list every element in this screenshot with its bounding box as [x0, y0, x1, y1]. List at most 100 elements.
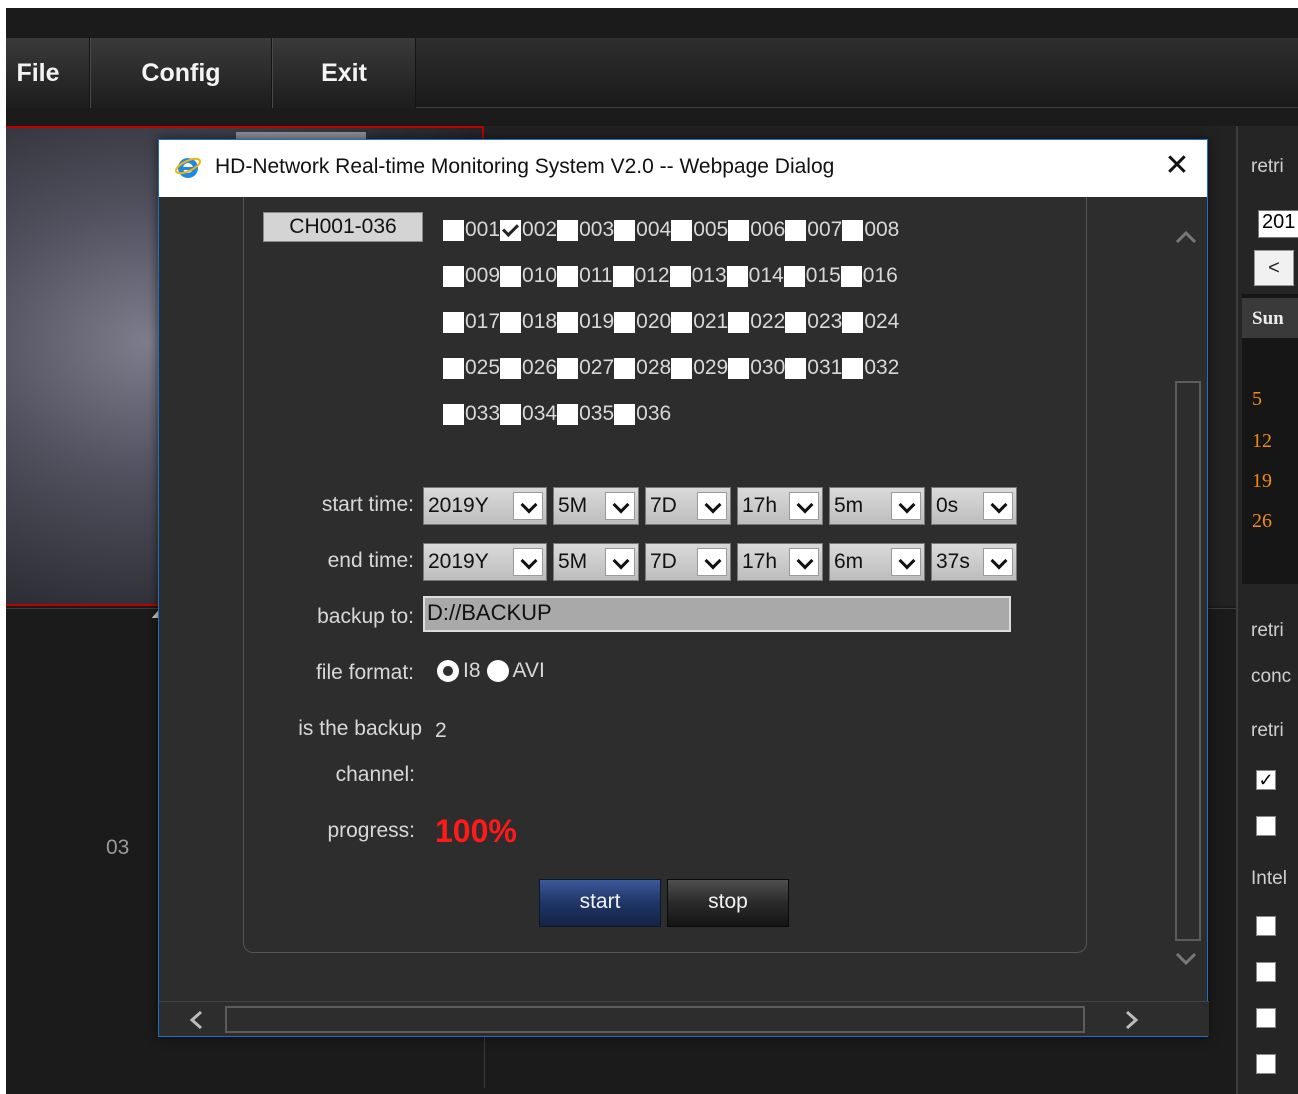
- file-format-avi-label: AVI: [512, 659, 545, 682]
- calendar-day[interactable]: 12: [1252, 430, 1272, 453]
- channel-checkbox[interactable]: [557, 265, 579, 287]
- calendar-day[interactable]: 19: [1252, 470, 1272, 493]
- channel-checkbox[interactable]: [785, 311, 807, 333]
- channel-checkbox[interactable]: [671, 357, 693, 379]
- retrieval-panel: retri 201 < Sun 5 12 19 26 retri conc re…: [1236, 126, 1298, 1094]
- channel-checkbox[interactable]: [500, 403, 522, 425]
- channel-option: 031: [785, 356, 842, 380]
- channel-checkbox[interactable]: [443, 311, 464, 333]
- channel-checkbox[interactable]: [669, 265, 691, 287]
- channel-checkbox-label: 022: [750, 310, 786, 333]
- channel-checkbox[interactable]: [614, 311, 636, 333]
- menu-file[interactable]: File: [6, 38, 90, 108]
- start-minute-select[interactable]: 5m: [829, 487, 925, 525]
- channel-checkbox[interactable]: [443, 219, 464, 241]
- start-hour-select[interactable]: 17h: [737, 487, 823, 525]
- channel-checkbox[interactable]: [614, 357, 636, 379]
- end-minute-select[interactable]: 6m: [829, 543, 925, 581]
- channel-checkbox[interactable]: [612, 265, 634, 287]
- vertical-scroll-thumb[interactable]: [1175, 381, 1201, 941]
- intelligent-checkbox[interactable]: [1256, 916, 1276, 936]
- channel-checkbox[interactable]: [840, 265, 862, 287]
- end-month-select[interactable]: 5M: [553, 543, 639, 581]
- channel-checkbox[interactable]: [443, 357, 464, 379]
- chevron-left-icon[interactable]: [185, 1008, 209, 1032]
- start-year-select[interactable]: 2019Y: [423, 487, 547, 525]
- chevron-down-icon: [605, 492, 635, 520]
- horizontal-scrollbar[interactable]: [159, 1001, 1209, 1036]
- channel-checkbox[interactable]: [500, 311, 522, 333]
- top-margin: [0, 0, 1298, 8]
- retrieve-checkbox-checked[interactable]: ✓: [1256, 770, 1276, 790]
- channel-group-button[interactable]: CH001-036: [263, 212, 423, 242]
- channel-checkbox[interactable]: [557, 357, 579, 379]
- menu-config[interactable]: Config: [90, 38, 272, 108]
- close-button[interactable]: ✕: [1161, 150, 1193, 184]
- intelligent-checkbox[interactable]: [1256, 1054, 1276, 1074]
- channel-checkbox[interactable]: [614, 403, 636, 425]
- end-day-select[interactable]: 7D: [645, 543, 731, 581]
- retrieve-label: retri: [1251, 620, 1284, 641]
- retrieve-checkbox[interactable]: [1256, 816, 1276, 836]
- end-time-selects: 2019Y 5M 7D 17h 6m 37s: [423, 543, 1017, 581]
- channel-checkbox[interactable]: [557, 219, 579, 241]
- channel-option: 003: [557, 218, 614, 242]
- channel-checkbox[interactable]: [728, 219, 750, 241]
- intelligent-checkbox[interactable]: [1256, 1008, 1276, 1028]
- channel-checkbox[interactable]: [500, 219, 522, 241]
- channel-checkbox[interactable]: [783, 265, 805, 287]
- start-second-select[interactable]: 0s: [931, 487, 1017, 525]
- channel-checkbox-label: 010: [522, 264, 558, 287]
- stop-button[interactable]: stop: [667, 879, 789, 927]
- channel-option: 026: [500, 356, 557, 380]
- start-day-select[interactable]: 7D: [645, 487, 731, 525]
- channel-checkbox[interactable]: [614, 219, 636, 241]
- channel-option: 008: [842, 218, 899, 242]
- channel-checkbox[interactable]: [557, 403, 579, 425]
- channel-checkbox[interactable]: [726, 265, 748, 287]
- channel-checkbox[interactable]: [842, 311, 864, 333]
- vertical-scrollbar[interactable]: [1167, 197, 1207, 1003]
- end-second-select[interactable]: 37s: [931, 543, 1017, 581]
- channel-checkbox[interactable]: [443, 265, 464, 287]
- channel-option: 016: [840, 264, 898, 288]
- chevron-down-icon[interactable]: [1173, 945, 1199, 971]
- file-format-i8-radio[interactable]: [437, 660, 459, 682]
- channel-checkbox[interactable]: [557, 311, 579, 333]
- channel-checkbox[interactable]: [500, 265, 522, 287]
- start-button[interactable]: start: [539, 879, 661, 927]
- dialog-title-bar[interactable]: HD-Network Real-time Monitoring System V…: [159, 140, 1207, 197]
- chevron-right-icon[interactable]: [1119, 1008, 1143, 1032]
- intelligent-checkbox[interactable]: [1256, 962, 1276, 982]
- calendar-day[interactable]: 5: [1252, 388, 1262, 411]
- channel-checkbox-label: 035: [579, 402, 615, 425]
- end-hour-select[interactable]: 17h: [737, 543, 823, 581]
- menu-exit[interactable]: Exit: [272, 38, 416, 108]
- channel-checkbox-label: 008: [864, 218, 900, 241]
- channel-checkbox[interactable]: [842, 219, 864, 241]
- chevron-down-icon: [983, 492, 1013, 520]
- backup-path-input[interactable]: D://BACKUP: [423, 596, 1011, 632]
- channel-checkbox[interactable]: [500, 357, 522, 379]
- channel-checkbox[interactable]: [443, 403, 464, 425]
- year-input[interactable]: 201: [1258, 210, 1298, 238]
- chevron-up-icon[interactable]: [1173, 225, 1199, 251]
- channel-checkbox-label: 005: [693, 218, 729, 241]
- channel-checkbox[interactable]: [671, 219, 693, 241]
- chevron-down-icon: [605, 548, 635, 576]
- start-time-label: start time:: [321, 493, 414, 516]
- file-format-avi-radio[interactable]: [486, 660, 509, 682]
- channel-option: 027: [557, 356, 614, 380]
- channel-checkbox[interactable]: [728, 357, 750, 379]
- start-month-select[interactable]: 5M: [553, 487, 639, 525]
- channel-checkbox[interactable]: [842, 357, 864, 379]
- end-year-select[interactable]: 2019Y: [423, 543, 547, 581]
- channel-checkbox[interactable]: [671, 311, 693, 333]
- horizontal-scroll-thumb[interactable]: [225, 1006, 1085, 1033]
- channel-checkbox[interactable]: [785, 357, 807, 379]
- channel-checkbox[interactable]: [728, 311, 750, 333]
- channel-checkbox[interactable]: [785, 219, 807, 241]
- calendar-prev-button[interactable]: <: [1254, 250, 1294, 286]
- condition-label: conc: [1251, 666, 1292, 687]
- calendar-day[interactable]: 26: [1252, 510, 1272, 533]
